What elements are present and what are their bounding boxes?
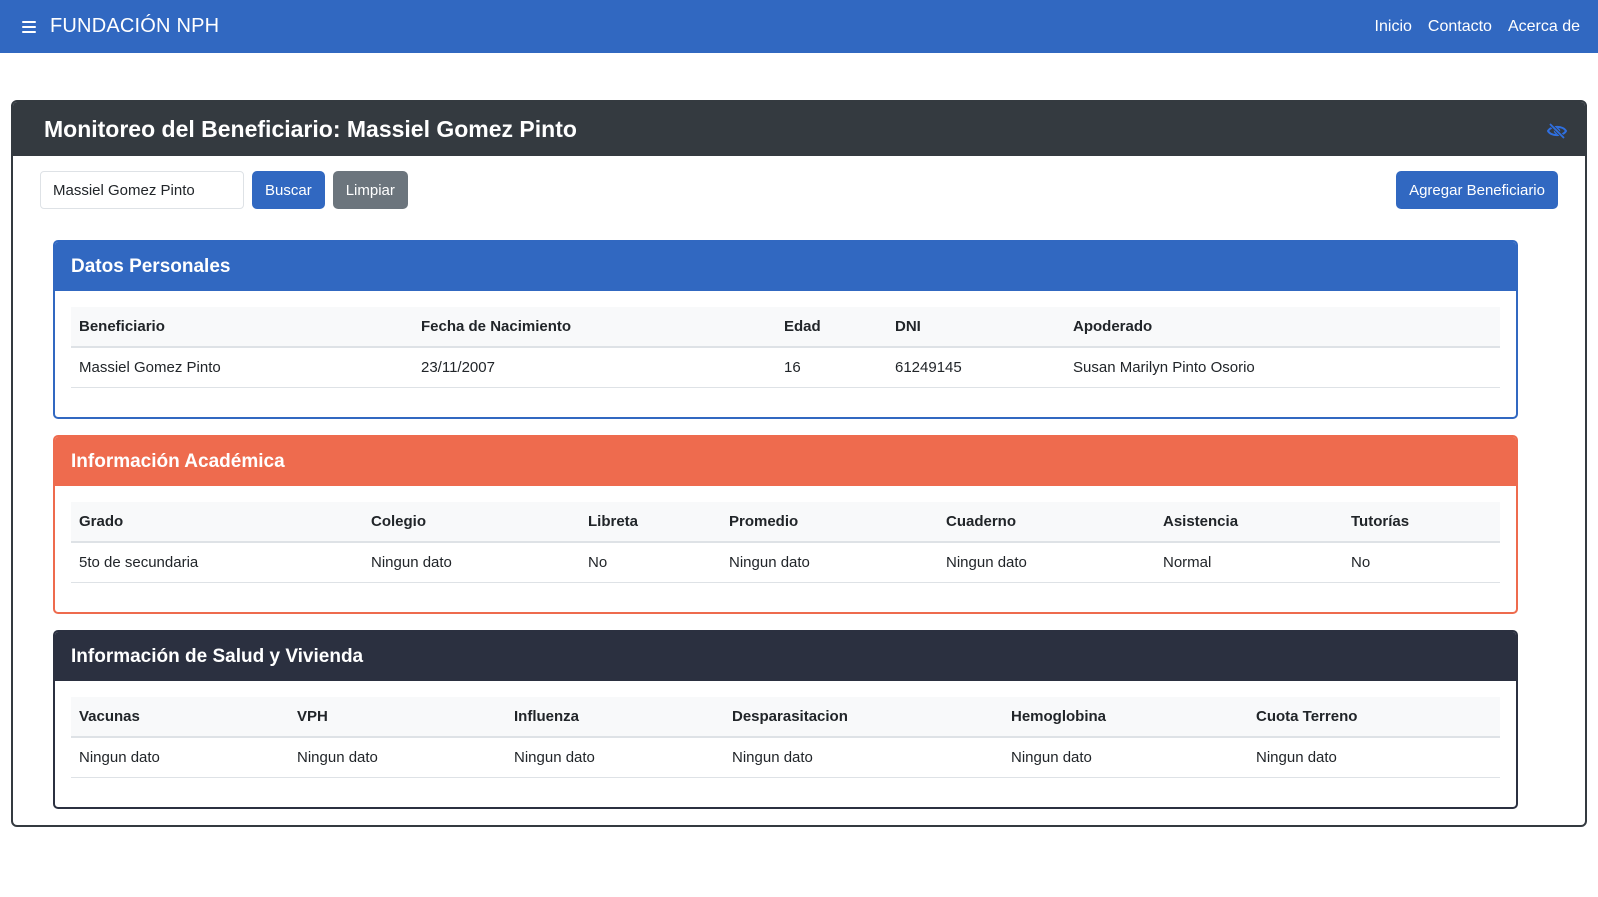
health-housing-table: Vacunas VPH Influenza Desparasitacion He…: [71, 697, 1500, 778]
table-cell: Ningun dato: [289, 737, 506, 778]
nav-link-acerca-de[interactable]: Acerca de: [1508, 18, 1580, 36]
table-cell: Ningun dato: [724, 737, 1003, 778]
table-cell: 61249145: [887, 347, 1065, 388]
table-header-row: Grado Colegio Libreta Promedio Cuaderno …: [71, 502, 1500, 543]
table-cell: Susan Marilyn Pinto Osorio: [1065, 347, 1500, 388]
table-cell: No: [580, 542, 721, 583]
section-title: Información de Salud y Vivienda: [55, 632, 1516, 681]
table-row: Ningun dato Ningun dato Ningun dato Ning…: [71, 737, 1500, 778]
column-header: Promedio: [721, 502, 938, 543]
table-row: Massiel Gomez Pinto 23/11/2007 16 612491…: [71, 347, 1500, 388]
table-cell: No: [1343, 542, 1500, 583]
table-cell: Ningun dato: [938, 542, 1155, 583]
column-header: Tutorías: [1343, 502, 1500, 543]
add-beneficiary-button[interactable]: Agregar Beneficiario: [1396, 171, 1558, 209]
table-cell: Massiel Gomez Pinto: [71, 347, 413, 388]
column-header: Cuota Terreno: [1248, 697, 1500, 738]
table-cell: 23/11/2007: [413, 347, 776, 388]
brand-name[interactable]: FUNDACIÓN NPH: [50, 15, 219, 38]
column-header: Asistencia: [1155, 502, 1343, 543]
table-row: 5to de secundaria Ningun dato No Ningun …: [71, 542, 1500, 583]
beneficiary-monitor-card: Monitoreo del Beneficiario: Massiel Gome…: [11, 100, 1587, 827]
health-housing-section: Información de Salud y Vivienda Vacunas …: [53, 630, 1518, 809]
column-header: Grado: [71, 502, 363, 543]
nav-links: Inicio Contacto Acerca de: [1375, 18, 1580, 36]
search-toolbar: Buscar Limpiar Agregar Beneficiario: [40, 171, 1558, 209]
table-cell: Ningun dato: [1003, 737, 1248, 778]
column-header: Influenza: [506, 697, 724, 738]
column-header: Hemoglobina: [1003, 697, 1248, 738]
column-header: Apoderado: [1065, 307, 1500, 348]
nav-link-inicio[interactable]: Inicio: [1375, 18, 1412, 36]
table-cell: Ningun dato: [1248, 737, 1500, 778]
section-title: Información Académica: [55, 437, 1516, 486]
table-cell: 16: [776, 347, 887, 388]
brand: FUNDACIÓN NPH: [22, 15, 219, 38]
academic-info-table: Grado Colegio Libreta Promedio Cuaderno …: [71, 502, 1500, 583]
card-header: Monitoreo del Beneficiario: Massiel Gome…: [13, 102, 1585, 156]
column-header: Beneficiario: [71, 307, 413, 348]
eye-slash-icon[interactable]: [1545, 119, 1569, 143]
hamburger-menu-icon[interactable]: [22, 20, 36, 33]
table-cell: Normal: [1155, 542, 1343, 583]
column-header: Desparasitacion: [724, 697, 1003, 738]
table-header-row: Beneficiario Fecha de Nacimiento Edad DN…: [71, 307, 1500, 348]
column-header: DNI: [887, 307, 1065, 348]
table-cell: Ningun dato: [363, 542, 580, 583]
column-header: Cuaderno: [938, 502, 1155, 543]
column-header: Fecha de Nacimiento: [413, 307, 776, 348]
table-cell: Ningun dato: [506, 737, 724, 778]
column-header: VPH: [289, 697, 506, 738]
column-header: Colegio: [363, 502, 580, 543]
nav-link-contacto[interactable]: Contacto: [1428, 18, 1492, 36]
personal-data-section: Datos Personales Beneficiario Fecha de N…: [53, 240, 1518, 419]
column-header: Edad: [776, 307, 887, 348]
table-cell: Ningun dato: [721, 542, 938, 583]
clear-button[interactable]: Limpiar: [332, 171, 408, 209]
search-button[interactable]: Buscar: [252, 171, 325, 209]
column-header: Libreta: [580, 502, 721, 543]
section-title: Datos Personales: [55, 242, 1516, 291]
column-header: Vacunas: [71, 697, 289, 738]
top-navbar: FUNDACIÓN NPH Inicio Contacto Acerca de: [0, 0, 1598, 53]
table-cell: Ningun dato: [71, 737, 289, 778]
beneficiary-search-input[interactable]: [40, 171, 244, 209]
table-header-row: Vacunas VPH Influenza Desparasitacion He…: [71, 697, 1500, 738]
personal-data-table: Beneficiario Fecha de Nacimiento Edad DN…: [71, 307, 1500, 388]
academic-info-section: Información Académica Grado Colegio Libr…: [53, 435, 1518, 614]
table-cell: 5to de secundaria: [71, 542, 363, 583]
page-title: Monitoreo del Beneficiario: Massiel Gome…: [44, 115, 577, 142]
